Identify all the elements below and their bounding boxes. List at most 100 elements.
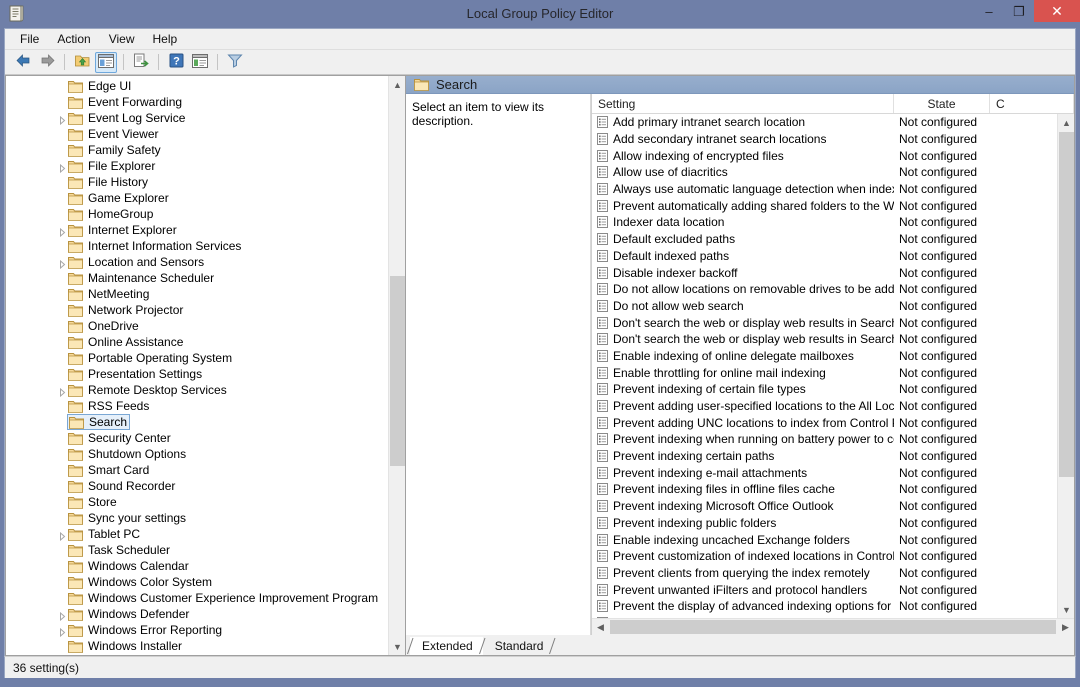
tree-item-remote-desktop-services[interactable]: Remote Desktop Services [6,382,388,398]
filter-button[interactable] [224,52,246,73]
tree-item-family-safety[interactable]: Family Safety [6,142,388,158]
tree-item-windows-customer-experience-improvement-program[interactable]: Windows Customer Experience Improvement … [6,590,388,606]
tree-scroll-up-arrow[interactable]: ▲ [389,76,405,93]
setting-row[interactable]: Prevent adding user-specified locations … [592,398,1057,415]
setting-row[interactable]: Default indexed paths Not configured [592,248,1057,265]
menu-help[interactable]: Help [144,30,187,48]
setting-row[interactable]: Prevent clients from querying the index … [592,565,1057,582]
setting-row[interactable]: Always use automatic language detection … [592,181,1057,198]
export-list-button[interactable] [130,52,152,73]
tree-item-smart-card[interactable]: Smart Card [6,462,388,478]
setting-row[interactable]: Enable indexing uncached Exchange folder… [592,531,1057,548]
chevron-right-icon[interactable] [58,610,67,622]
setting-row[interactable]: Prevent the display of advanced indexing… [592,598,1057,615]
setting-row[interactable]: Prevent indexing certain paths Not config… [592,448,1057,465]
help-button[interactable]: ? [165,52,187,73]
tree-scroll-thumb[interactable] [390,276,405,466]
listview-scroll-up-arrow[interactable]: ▲ [1058,114,1074,131]
tab-extended[interactable]: Extended [407,637,486,655]
chevron-right-icon[interactable] [58,386,67,398]
listview-scroll-right-arrow[interactable]: ▶ [1057,619,1074,635]
tree-item-task-scheduler[interactable]: Task Scheduler [6,542,388,558]
setting-row[interactable]: Prevent indexing when running on battery… [592,431,1057,448]
tree-item-event-viewer[interactable]: Event Viewer [6,126,388,142]
setting-row[interactable]: Don't search the web or display web resu… [592,314,1057,331]
chevron-right-icon[interactable] [58,626,67,638]
chevron-right-icon[interactable] [58,258,67,270]
tree-item-internet-information-services[interactable]: Internet Information Services [6,238,388,254]
setting-row[interactable]: Allow indexing of encrypted files Not con… [592,147,1057,164]
tree-item-windows-installer[interactable]: Windows Installer [6,638,388,654]
tree-vertical-scrollbar[interactable]: ▲ ▼ [388,76,405,655]
column-header-setting[interactable]: Setting [592,94,894,113]
tree-item-rss-feeds[interactable]: RSS Feeds [6,398,388,414]
tree-item-game-explorer[interactable]: Game Explorer [6,190,388,206]
tree-item-windows-calendar[interactable]: Windows Calendar [6,558,388,574]
setting-row[interactable]: Add secondary intranet search locations N… [592,131,1057,148]
tree-item-onedrive[interactable]: OneDrive [6,318,388,334]
maximize-button[interactable]: ❐ [1004,0,1034,22]
tree-item-file-explorer[interactable]: File Explorer [6,158,388,174]
menu-action[interactable]: Action [48,30,99,48]
tree-item-presentation-settings[interactable]: Presentation Settings [6,366,388,382]
setting-row[interactable]: Enable indexing of online delegate mailb… [592,348,1057,365]
tab-standard[interactable]: Standard [483,637,556,655]
setting-row[interactable]: Prevent customization of indexed locatio… [592,548,1057,565]
chevron-right-icon[interactable] [58,114,67,126]
tree-item-maintenance-scheduler[interactable]: Maintenance Scheduler [6,270,388,286]
setting-row[interactable]: Prevent indexing of certain file types No… [592,381,1057,398]
tree-item-network-projector[interactable]: Network Projector [6,302,388,318]
tree-item-online-assistance[interactable]: Online Assistance [6,334,388,350]
listview-scroll-thumb[interactable] [1059,132,1074,477]
close-button[interactable]: ✕ [1034,0,1080,22]
tree-item-event-forwarding[interactable]: Event Forwarding [6,94,388,110]
setting-row[interactable]: Add primary intranet search location Not … [592,114,1057,131]
tree-item-sound-recorder[interactable]: Sound Recorder [6,478,388,494]
tree-item-windows-logon-options[interactable]: Windows Logon Options [6,654,388,655]
setting-row[interactable]: Do not allow web search Not configured [592,298,1057,315]
tree-item-windows-error-reporting[interactable]: Windows Error Reporting [6,622,388,638]
tree-item-homegroup[interactable]: HomeGroup [6,206,388,222]
forward-button[interactable] [36,52,58,73]
listview-horizontal-scrollbar[interactable]: ◀ ▶ [592,618,1074,635]
column-header-comment[interactable]: C [990,94,1074,113]
tree-item-shutdown-options[interactable]: Shutdown Options [6,446,388,462]
setting-row[interactable]: Prevent indexing public folders Not confi… [592,515,1057,532]
setting-row[interactable]: Default excluded paths Not configured [592,231,1057,248]
chevron-right-icon[interactable] [58,226,67,238]
tree-item-netmeeting[interactable]: NetMeeting [6,286,388,302]
tree-scroll-down-arrow[interactable]: ▼ [389,638,405,655]
tree-item-event-log-service[interactable]: Event Log Service [6,110,388,126]
setting-row[interactable]: Prevent adding UNC locations to index fr… [592,414,1057,431]
minimize-button[interactable]: – [974,0,1004,22]
tree-item-file-history[interactable]: File History [6,174,388,190]
chevron-right-icon[interactable] [58,162,67,174]
listview-vertical-scrollbar[interactable]: ▲ ▼ [1057,114,1074,618]
chevron-right-icon[interactable] [58,530,67,542]
properties-button[interactable] [189,52,211,73]
listview-scroll-left-arrow[interactable]: ◀ [592,619,609,635]
setting-row[interactable]: Prevent indexing files in offline files … [592,481,1057,498]
setting-row[interactable]: Don't search the web or display web resu… [592,331,1057,348]
tree-item-tablet-pc[interactable]: Tablet PC [6,526,388,542]
setting-row[interactable]: Indexer data location Not configured [592,214,1057,231]
setting-row[interactable]: Prevent indexing e-mail attachments Not c… [592,464,1057,481]
listview-hscroll-thumb[interactable] [610,620,1056,634]
tree-item-sync-your-settings[interactable]: Sync your settings [6,510,388,526]
tree-item-search[interactable]: Search [6,414,388,430]
setting-row[interactable]: Prevent unwanted iFilters and protocol h… [592,581,1057,598]
tree-item-store[interactable]: Store [6,494,388,510]
setting-row[interactable]: Prevent automatically adding shared fold… [592,197,1057,214]
listview-scroll-down-arrow[interactable]: ▼ [1058,601,1074,618]
tree-item-security-center[interactable]: Security Center [6,430,388,446]
show-hide-console-tree-button[interactable] [95,51,117,73]
setting-row[interactable]: Disable indexer backoff Not configured [592,264,1057,281]
tree-item-windows-color-system[interactable]: Windows Color System [6,574,388,590]
column-header-state[interactable]: State [894,94,990,113]
tree-item-windows-defender[interactable]: Windows Defender [6,606,388,622]
setting-row[interactable]: Allow use of diacritics Not configured [592,164,1057,181]
setting-row[interactable]: Enable throttling for online mail indexi… [592,364,1057,381]
tree-item-internet-explorer[interactable]: Internet Explorer [6,222,388,238]
menu-view[interactable]: View [100,30,144,48]
setting-row[interactable]: Prevent indexing Microsoft Office Outloo… [592,498,1057,515]
